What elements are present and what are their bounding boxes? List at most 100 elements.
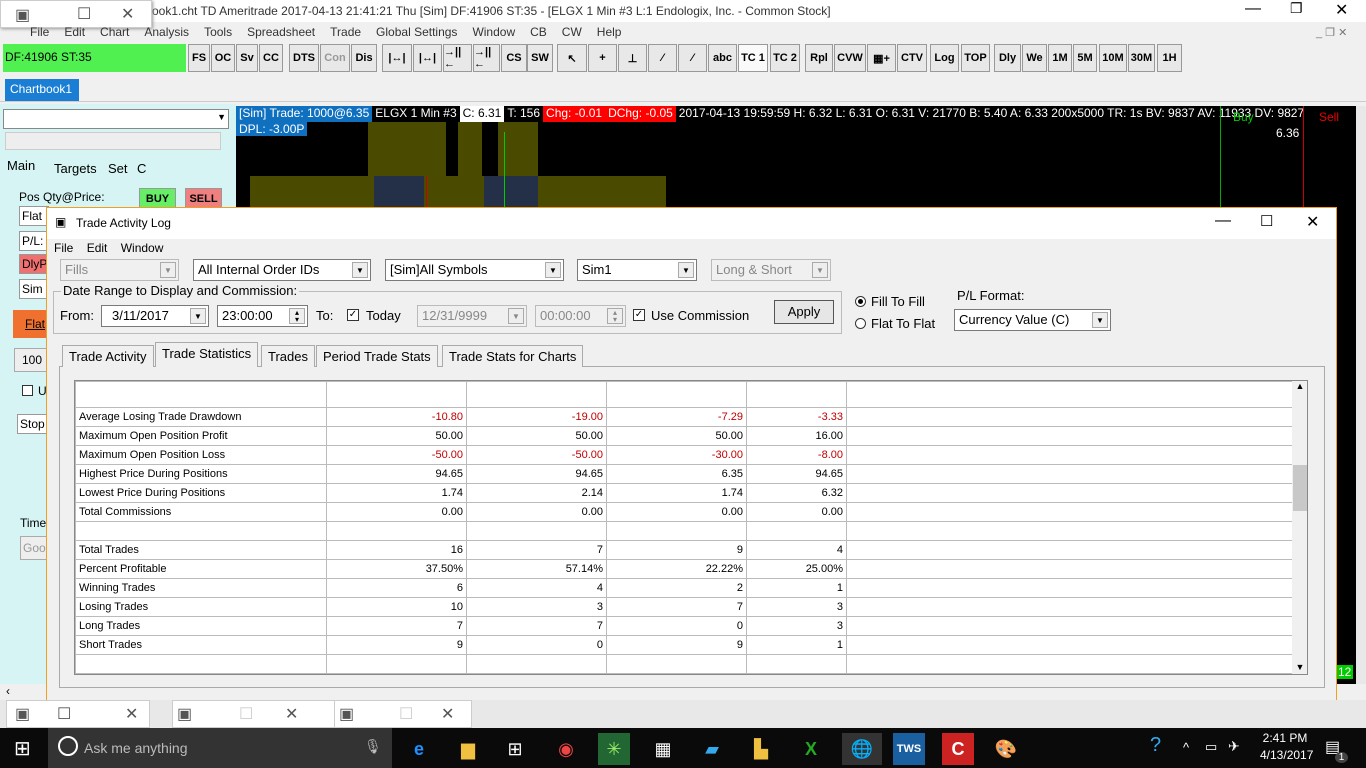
account-field[interactable]: Sim	[19, 279, 49, 299]
toolbar-button-21[interactable]: Rpl	[805, 44, 833, 72]
menu-cw[interactable]: CW	[562, 25, 582, 39]
minimize-button[interactable]: —	[1245, 0, 1261, 18]
toolbar-button-32[interactable]: 30M	[1128, 44, 1155, 72]
tab-trades[interactable]: Trades	[261, 345, 315, 367]
menu-chart[interactable]: Chart	[100, 25, 129, 39]
use-commission-checkbox[interactable]: ✓	[633, 309, 645, 321]
toolbar-button-17[interactable]: ⁄	[678, 44, 707, 72]
toolbar-button-6[interactable]: Dis	[351, 44, 377, 72]
toolbar-button-4[interactable]: DTS	[289, 44, 319, 72]
menu-spreadsheet[interactable]: Spreadsheet	[247, 25, 315, 39]
tab-targets[interactable]: Targets	[54, 161, 97, 176]
tab-trade-activity[interactable]: Trade Activity	[62, 345, 154, 367]
toolbar-button-33[interactable]: 1H	[1157, 44, 1182, 72]
symbol-dropdown[interactable]: ▼	[3, 109, 229, 129]
dialog-minimize-button[interactable]: —	[1215, 212, 1231, 230]
show-hidden-icons[interactable]: ^	[1183, 740, 1189, 755]
edge-icon[interactable]: e	[403, 733, 435, 765]
checkbox[interactable]	[22, 385, 33, 396]
from-date-picker[interactable]: 3/11/2017 ▼	[101, 305, 209, 327]
battery-icon[interactable]: ▭	[1205, 739, 1217, 755]
toolbar-button-30[interactable]: 5M	[1073, 44, 1097, 72]
store-icon[interactable]: ⊞	[499, 733, 531, 765]
toolbar-button-19[interactable]: TC 1	[738, 44, 768, 72]
c-app-icon[interactable]: C	[942, 733, 974, 765]
toolbar-button-8[interactable]: |↔|	[413, 44, 442, 72]
toolbar-button-27[interactable]: Dly	[994, 44, 1021, 72]
toolbar-button-29[interactable]: 1M	[1048, 44, 1072, 72]
symbols-select[interactable]: [Sim]All Symbols ▼	[385, 259, 564, 281]
powershell-icon[interactable]: ▰	[696, 733, 728, 765]
paint-icon[interactable]: 🎨	[990, 733, 1022, 765]
toolbar-button-3[interactable]: CC	[259, 44, 283, 72]
order-ids-select[interactable]: All Internal Order IDs ▼	[193, 259, 371, 281]
tab-trade-stats-for-charts[interactable]: Trade Stats for Charts	[442, 345, 584, 367]
tab-main[interactable]: Main	[7, 158, 35, 173]
order-type-field[interactable]: Stop	[17, 414, 47, 434]
toolbar-button-22[interactable]: CVW	[834, 44, 866, 72]
restore-button[interactable]: ❐	[1290, 0, 1303, 17]
buy-column-label[interactable]: Buy	[1233, 110, 1254, 124]
pl-format-select[interactable]: Currency Value (C) ▼	[954, 309, 1111, 331]
minimized-window[interactable]: ▣ ☐ ✕	[334, 700, 472, 728]
toolbar-button-14[interactable]: +	[588, 44, 617, 72]
minimized-window[interactable]: ▣ ☐ ✕	[172, 700, 344, 728]
dialog-menu-window[interactable]: Window	[121, 241, 164, 255]
menu-tools[interactable]: Tools	[204, 25, 232, 39]
from-time-spinner[interactable]: 23:00:00 ▴ ▾	[217, 305, 308, 327]
toolbar-button-7[interactable]: |↔|	[382, 44, 412, 72]
flat-to-flat-radio[interactable]	[855, 318, 866, 329]
toolbar-button-23[interactable]: ▦+	[867, 44, 896, 72]
today-checkbox[interactable]: ✓	[347, 309, 359, 321]
tab-set[interactable]: Set	[108, 161, 128, 176]
toolbar-button-5[interactable]: Con	[320, 44, 350, 72]
toolbar-button-20[interactable]: TC 2	[770, 44, 800, 72]
help-alert-icon[interactable]: ?	[1150, 734, 1161, 757]
scrollbar-thumb[interactable]	[1293, 465, 1307, 511]
dialog-maximize-button[interactable]: ☐	[1260, 212, 1273, 230]
toolbar-button-16[interactable]: ⁄	[648, 44, 677, 72]
calculator-icon[interactable]: ▦	[647, 733, 679, 765]
tws-icon[interactable]: TWS	[893, 733, 925, 765]
toolbar-button-0[interactable]: FS	[188, 44, 210, 72]
dialog-menu-edit[interactable]: Edit	[87, 241, 108, 255]
menu-analysis[interactable]: Analysis	[144, 25, 189, 39]
menu-global-settings[interactable]: Global Settings	[376, 25, 457, 39]
toolbar-button-18[interactable]: abc	[708, 44, 737, 72]
toolbar-button-12[interactable]: SW	[527, 44, 553, 72]
minimized-window[interactable]: ▣ ☐ ✕	[6, 700, 150, 728]
fill-to-fill-radio[interactable]	[855, 296, 866, 307]
toolbar-button-2[interactable]: Sv	[236, 44, 258, 72]
excel-icon[interactable]: X	[795, 733, 827, 765]
menu-edit[interactable]: Edit	[64, 25, 85, 39]
close-icon[interactable]: ✕	[121, 4, 134, 24]
toolbar-button-28[interactable]: We	[1022, 44, 1047, 72]
grid-scrollbar[interactable]: ▲ ▼	[1292, 381, 1307, 674]
toolbar-button-31[interactable]: 10M	[1099, 44, 1127, 72]
minimized-window[interactable]: ▣ ☐ ✕	[0, 0, 152, 28]
tab-chartbook1[interactable]: Chartbook1	[5, 79, 79, 101]
toolbar-button-13[interactable]: ↖	[557, 44, 587, 72]
chrome-icon[interactable]: ◉	[550, 733, 582, 765]
menu-help[interactable]: Help	[597, 25, 622, 39]
clock[interactable]: 2:41 PM 4/13/2017	[1260, 731, 1313, 762]
close-button[interactable]: ✕	[1335, 0, 1348, 20]
windows-start-icon[interactable]: ⊞	[14, 736, 31, 761]
account-select[interactable]: Sim1 ▼	[577, 259, 697, 281]
tab-c[interactable]: C	[137, 161, 146, 176]
search-box[interactable]: Ask me anything 🎙	[48, 728, 392, 768]
toolbar-button-24[interactable]: CTV	[897, 44, 927, 72]
menu-trade[interactable]: Trade	[330, 25, 361, 39]
mdi-controls[interactable]: _ ❐ ✕	[1316, 26, 1347, 39]
menu-cb[interactable]: CB	[530, 25, 547, 39]
sell-column-label[interactable]: Sell	[1319, 110, 1339, 124]
toolbar-button-15[interactable]: ⊥	[618, 44, 647, 72]
toolbar-button-10[interactable]: →||←	[473, 44, 500, 72]
airplane-mode-icon[interactable]: ✈	[1228, 738, 1240, 755]
globe-app-icon[interactable]: 🌐	[842, 733, 882, 765]
folder-user-icon[interactable]: ▙	[745, 733, 777, 765]
toolbar-button-9[interactable]: →||←	[443, 44, 472, 72]
toolbar-button-1[interactable]: OC	[211, 44, 235, 72]
dialog-menu-file[interactable]: File	[54, 241, 73, 255]
tab-period-trade-stats[interactable]: Period Trade Stats	[316, 345, 438, 367]
